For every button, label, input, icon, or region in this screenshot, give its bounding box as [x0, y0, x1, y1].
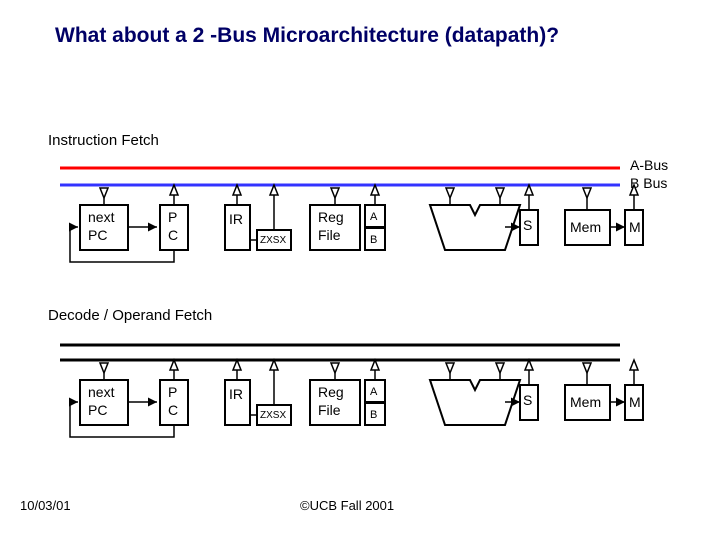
- label-s: S: [523, 217, 532, 233]
- decode-row: next PC P C IR ZXSX Reg File A B S Mem M: [70, 360, 643, 437]
- svg-text:M: M: [629, 394, 641, 410]
- svg-text:PC: PC: [88, 402, 107, 418]
- footer-copyright: ©UCB Fall 2001: [300, 498, 394, 513]
- svg-text:C: C: [168, 402, 178, 418]
- label-portB: B: [370, 234, 377, 246]
- footer-date: 10/03/01: [20, 498, 71, 513]
- label-m: M: [629, 219, 641, 235]
- label-portA: A: [370, 211, 378, 223]
- tri-driver: [496, 188, 504, 198]
- page-title: What about a 2 -Bus Microarchitecture (d…: [55, 24, 559, 47]
- svg-text:A: A: [370, 386, 378, 398]
- tri-driver: [583, 188, 591, 198]
- label-regfile-1: Reg: [318, 209, 344, 225]
- label-next-pc-2: PC: [88, 227, 107, 243]
- section-fetch: Instruction Fetch: [48, 132, 159, 149]
- svg-text:next: next: [88, 384, 115, 400]
- bus-legend-a: A-Bus: [630, 157, 668, 173]
- svg-text:IR: IR: [229, 386, 243, 402]
- svg-text:Reg: Reg: [318, 384, 344, 400]
- tri-driver: [100, 188, 108, 198]
- label-regfile-2: File: [318, 227, 341, 243]
- label-pc-2: C: [168, 227, 178, 243]
- tri-driver: [331, 188, 339, 198]
- svg-text:S: S: [523, 392, 532, 408]
- tri-driver: [446, 188, 454, 198]
- label-mem: Mem: [570, 219, 601, 235]
- section-decode: Decode / Operand Fetch: [48, 307, 212, 324]
- label-ir: IR: [229, 211, 243, 227]
- label-zxsx: ZXSX: [260, 235, 286, 246]
- svg-text:ZXSX: ZXSX: [260, 410, 286, 421]
- label-pc-1: P: [168, 209, 177, 225]
- svg-text:P: P: [168, 384, 177, 400]
- svg-text:B: B: [370, 409, 377, 421]
- label-next-pc-1: next: [88, 209, 115, 225]
- svg-text:Mem: Mem: [570, 394, 601, 410]
- svg-text:File: File: [318, 402, 341, 418]
